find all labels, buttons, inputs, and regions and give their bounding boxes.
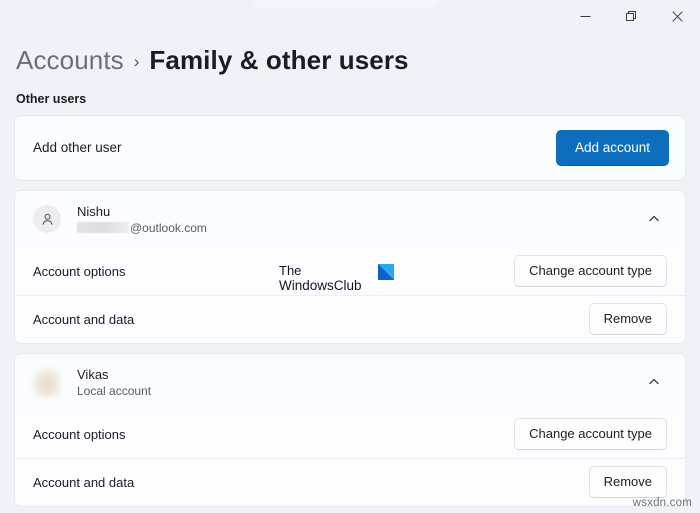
account-name: Vikas bbox=[77, 366, 109, 382]
account-and-data-label: Account and data bbox=[33, 311, 135, 327]
account-header-vikas[interactable]: Vikas Local account bbox=[15, 353, 685, 411]
account-card-vikas: Vikas Local account Account options Chan… bbox=[14, 352, 686, 507]
window-tab-stub bbox=[253, 0, 439, 8]
account-options-label: Account options bbox=[33, 426, 126, 442]
add-other-user-label: Add other user bbox=[33, 140, 122, 156]
account-text: Vikas Local account bbox=[77, 367, 151, 398]
account-text: Nishu @outlook.com bbox=[77, 204, 207, 235]
close-button[interactable] bbox=[654, 0, 700, 32]
minimize-icon bbox=[580, 11, 591, 22]
change-account-type-button[interactable]: Change account type bbox=[514, 418, 667, 451]
account-and-data-row: Account and data Remove bbox=[15, 294, 685, 343]
section-heading-other-users: Other users bbox=[16, 91, 87, 106]
avatar bbox=[33, 205, 61, 234]
breadcrumb-separator-icon: › bbox=[133, 52, 140, 71]
account-and-data-row: Account and data Remove bbox=[15, 457, 685, 506]
breadcrumb: Accounts › Family & other users bbox=[16, 45, 700, 76]
maximize-button[interactable] bbox=[608, 0, 654, 32]
restore-icon bbox=[625, 10, 637, 22]
window-controls bbox=[562, 0, 700, 32]
account-email-domain: @outlook.com bbox=[130, 220, 207, 235]
account-and-data-label: Account and data bbox=[33, 474, 135, 490]
page-title: Family & other users bbox=[149, 45, 409, 75]
account-header-nishu[interactable]: Nishu @outlook.com bbox=[15, 190, 685, 248]
account-subtitle: Local account bbox=[77, 383, 152, 398]
corner-watermark: wsxdn.com bbox=[632, 497, 692, 509]
remove-account-button[interactable]: Remove bbox=[588, 303, 667, 336]
redacted-email-prefix bbox=[77, 222, 129, 234]
account-name: Nishu bbox=[77, 203, 111, 219]
minimize-button[interactable] bbox=[562, 0, 608, 32]
avatar bbox=[33, 367, 61, 397]
chevron-up-icon[interactable] bbox=[639, 367, 669, 397]
breadcrumb-parent-link[interactable]: Accounts bbox=[16, 45, 124, 76]
settings-content: Add other user Add account Nishu @outloo… bbox=[14, 114, 686, 507]
account-options-row: Account options Change account type bbox=[15, 411, 685, 458]
account-card-nishu: Nishu @outlook.com Account options Chang… bbox=[14, 189, 686, 344]
remove-account-button[interactable]: Remove bbox=[588, 466, 667, 499]
add-other-user-row: Add other user Add account bbox=[15, 116, 685, 180]
add-other-user-card: Add other user Add account bbox=[14, 114, 686, 181]
add-account-button[interactable]: Add account bbox=[555, 129, 669, 166]
account-options-label: Account options bbox=[33, 263, 126, 279]
account-options-row: Account options Change account type bbox=[15, 248, 685, 295]
change-account-type-button[interactable]: Change account type bbox=[514, 255, 667, 288]
close-icon bbox=[671, 10, 683, 22]
person-icon bbox=[40, 212, 55, 227]
account-subtitle: @outlook.com bbox=[77, 221, 207, 235]
chevron-up-icon[interactable] bbox=[639, 204, 669, 234]
title-bar bbox=[0, 0, 700, 32]
